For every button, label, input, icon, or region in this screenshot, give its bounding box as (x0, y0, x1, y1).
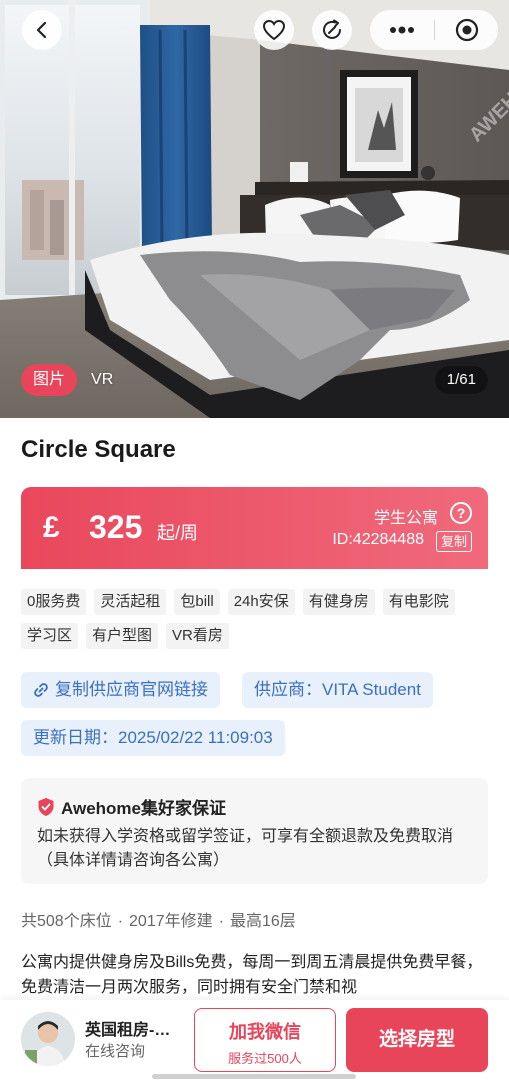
guarantee-box: Awehome集好家保证 如未获得入学资格或留学签证，可享有全额退款及免费取消（… (21, 778, 488, 884)
chevron-left-icon (36, 21, 47, 39)
apartment-photo: AWEHOME (0, 0, 509, 418)
price-currency: £ (43, 511, 60, 544)
more-button[interactable] (370, 10, 434, 50)
build-year: 2017年修建 (129, 913, 213, 930)
choose-room-type-button[interactable]: 选择房型 (346, 1008, 488, 1072)
agent-avatar-image (21, 1012, 75, 1066)
property-title: Circle Square (21, 436, 176, 463)
image-counter: 1/61 (434, 366, 488, 394)
price-card: £ 325 起/周 学生公寓 ? ID:42284488 复制 (21, 487, 488, 569)
add-wechat-button[interactable]: 加我微信 服务过500人 (194, 1008, 336, 1072)
tag: 学习区 (21, 623, 79, 649)
property-type: 学生公寓 (373, 510, 438, 527)
share-button[interactable] (312, 10, 352, 50)
tab-vr[interactable]: VR (91, 371, 113, 389)
help-icon[interactable]: ? (450, 502, 472, 524)
tab-photos[interactable]: 图片 (21, 364, 78, 396)
tag: VR看房 (166, 623, 229, 649)
media-tabs: 图片 VR (21, 364, 113, 396)
target-close-icon (455, 18, 478, 42)
share-icon (323, 19, 341, 39)
bottom-action-bar: 英国租房-… 在线咨询 加我微信 服务过500人 选择房型 (0, 1000, 509, 1080)
property-id: ID:42284488 (332, 531, 424, 548)
agent-avatar[interactable] (21, 1012, 75, 1066)
agent-name[interactable]: 英国租房-… (85, 1016, 170, 1040)
tag: 灵活起租 (94, 589, 167, 615)
guarantee-title: Awehome集好家保证 (61, 799, 226, 818)
guarantee-header: Awehome集好家保证 (37, 794, 226, 819)
heart-icon (262, 19, 286, 41)
shield-check-icon (38, 797, 54, 816)
agent-status: 在线咨询 (85, 1043, 146, 1060)
tag: 包bill (174, 589, 220, 615)
building-stats: 共508个床位 · 2017年修建 · 最高16层 (21, 907, 296, 931)
feature-tags: 0服务费 灵活起租 包bill 24h安保 有健身房 有电影院 学习区 有户型图… (21, 589, 491, 649)
more-dots-icon (390, 26, 414, 34)
updated-date-chip: 更新日期：2025/02/22 11:09:03 (21, 720, 285, 756)
price-unit: 起/周 (157, 523, 199, 543)
property-description: 公寓内提供健身房及Bills免费，每周一到周五清晨提供免费早餐，免费清洁一月两次… (21, 954, 483, 996)
price-value: 325 (89, 509, 143, 545)
guarantee-body: 如未获得入学资格或留学签证，可享有全额退款及免费取消（具体详情请咨询各公寓） (37, 828, 454, 869)
copy-supplier-link-button[interactable]: 复制供应商官网链接 (21, 672, 220, 708)
copy-id-button[interactable]: 复制 (435, 531, 472, 552)
supplier-chip: 供应商：VITA Student (242, 672, 433, 708)
tag: 有健身房 (302, 589, 375, 615)
tag: 有电影院 (382, 589, 455, 615)
served-count: 服务过500人 (228, 1051, 302, 1066)
stats-separator: · (117, 913, 124, 930)
hero-gallery[interactable]: AWEHOME 图片 VR (0, 0, 509, 418)
home-indicator (152, 1074, 356, 1079)
back-button[interactable] (22, 10, 62, 50)
tag: 24h安保 (227, 589, 295, 615)
add-wechat-label: 加我微信 (229, 1022, 301, 1042)
bed-count: 共508个床位 (21, 913, 112, 930)
favorite-button[interactable] (254, 10, 294, 50)
tag: 0服务费 (21, 589, 87, 615)
tag: 有户型图 (86, 623, 159, 649)
copy-supplier-link-label: 复制供应商官网链接 (55, 680, 208, 699)
max-floors: 最高16层 (229, 913, 296, 930)
stats-separator: · (218, 913, 224, 930)
miniapp-capsule (370, 10, 498, 50)
link-icon (34, 683, 48, 697)
close-miniapp-button[interactable] (435, 10, 498, 50)
